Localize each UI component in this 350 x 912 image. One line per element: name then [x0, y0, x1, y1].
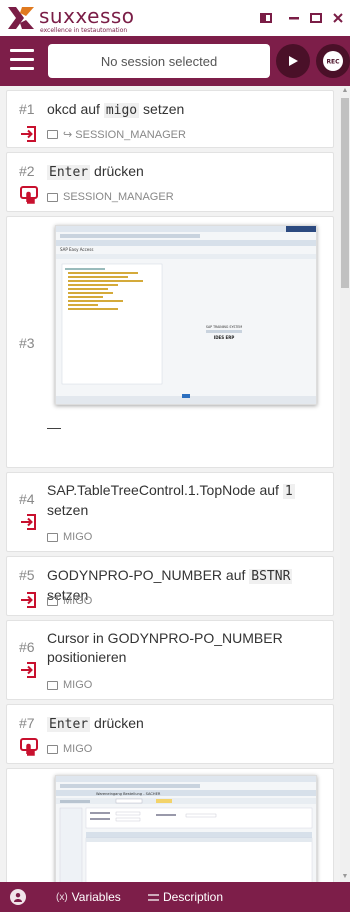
maximize-button[interactable] — [306, 8, 326, 28]
step-value: BSTNR — [249, 569, 293, 584]
play-icon — [289, 56, 298, 66]
menu-button[interactable] — [10, 49, 34, 71]
press-key-icon — [20, 186, 38, 204]
variables-label: Variables — [71, 890, 121, 904]
step-screenshot[interactable]: SAP Easy Access SAP TRAINING SYSTEM IDES… — [55, 225, 317, 405]
step-card-6[interactable]: #6 Cursor in GODYNPRO-PO_NUMBER position… — [6, 620, 334, 700]
step-tag: MIGO — [47, 679, 92, 691]
window-icon — [47, 680, 58, 690]
step-card-4[interactable]: #4 SAP.TableTreeControl.1.TopNode auf 1 … — [6, 472, 334, 552]
session-placeholder: No session selected — [100, 53, 218, 69]
logo-x-icon — [8, 7, 34, 29]
step-number: #3 — [19, 335, 35, 351]
menu-bar-icon — [10, 67, 34, 70]
description-label: Description — [163, 890, 224, 904]
svg-text:Wareneingang Bestellung - SACH: Wareneingang Bestellung - SACHER — [96, 792, 161, 796]
scroll-down-icon[interactable]: ▼ — [340, 872, 350, 882]
step-card-3[interactable]: #3 SAP Easy Access SAP TRAINING SYSTEM I… — [6, 216, 334, 468]
step-value: migo — [103, 103, 140, 118]
play-button[interactable] — [276, 44, 310, 78]
step-description: Enter drücken — [47, 163, 144, 180]
window-icon — [47, 596, 58, 606]
user-icon — [14, 893, 22, 902]
step-description: okcd auf migo setzen — [47, 101, 185, 118]
logo-tagline: excellence in testautomation — [40, 27, 128, 34]
step-value: Enter — [47, 717, 91, 732]
step-tag: MIGO — [47, 531, 92, 543]
restore-icon — [260, 13, 272, 23]
step-number: #7 — [19, 715, 35, 731]
step-screenshot[interactable]: Wareneingang Bestellung - SACHER — [55, 775, 317, 882]
step-card-1[interactable]: #1 okcd auf migo setzen ↪ SESSION_MANAGE… — [6, 90, 334, 148]
window-icon — [47, 192, 58, 202]
minimize-button[interactable] — [284, 8, 304, 28]
steps-scrollbar[interactable]: ▲ ▼ — [340, 86, 350, 882]
window-icon — [47, 744, 58, 754]
menu-bar-icon — [10, 49, 34, 52]
step-card-7[interactable]: #7 Enter drücken MIGO — [6, 704, 334, 764]
footer-bar: (x) Variables Description — [0, 882, 350, 912]
variables-icon: (x) — [56, 891, 68, 903]
menu-bar-icon — [10, 58, 34, 61]
step-card-8[interactable]: Wareneingang Bestellung - SACHER — [6, 768, 334, 882]
step-card-2[interactable]: #2 Enter drücken SESSION_MANAGER — [6, 152, 334, 212]
step-number: #2 — [19, 163, 35, 179]
step-caption: — — [47, 419, 61, 435]
input-icon — [21, 126, 36, 142]
input-icon — [21, 592, 36, 608]
description-tab[interactable]: Description — [148, 890, 223, 904]
step-description: SAP.TableTreeControl.1.TopNode auf 1 set… — [47, 482, 295, 518]
scroll-up-icon[interactable]: ▲ — [340, 86, 350, 96]
step-description: Enter drücken — [47, 715, 144, 732]
sap-screen-thumbnail: SAP Easy Access SAP TRAINING SYSTEM IDES… — [56, 226, 316, 404]
record-label: REC — [326, 59, 340, 66]
close-button[interactable] — [328, 8, 348, 28]
step-number: #6 — [19, 639, 35, 655]
svg-text:SAP Easy Access: SAP Easy Access — [60, 247, 93, 252]
title-bar: suxxesso excellence in testautomation — [0, 0, 350, 36]
step-card-5[interactable]: #5 GODYNPRO-PO_NUMBER auf BSTNR setzen M… — [6, 556, 334, 616]
step-number: #4 — [19, 491, 35, 507]
session-selector[interactable]: No session selected — [48, 44, 270, 78]
maximize-icon — [310, 13, 322, 23]
variables-tab[interactable]: (x) Variables — [56, 890, 121, 904]
step-number: #5 — [19, 567, 35, 583]
scroll-thumb[interactable] — [341, 98, 349, 288]
record-icon: REC — [323, 51, 343, 71]
step-tag: ↪ SESSION_MANAGER — [47, 128, 186, 141]
step-number: #1 — [19, 101, 35, 117]
restore-window-button[interactable] — [256, 8, 276, 28]
svg-text:IDES ERP: IDES ERP — [214, 335, 235, 340]
step-tag: SESSION_MANAGER — [47, 191, 174, 203]
step-tag: MIGO — [47, 743, 92, 755]
svg-text:SAP TRAINING SYSTEM: SAP TRAINING SYSTEM — [206, 325, 242, 329]
step-value: Enter — [47, 165, 91, 180]
window-icon — [47, 130, 58, 139]
minimize-icon — [289, 17, 299, 20]
step-tag: MIGO — [47, 595, 92, 607]
steps-list: #1 okcd auf migo setzen ↪ SESSION_MANAGE… — [0, 86, 340, 882]
step-value: 1 — [282, 484, 295, 499]
close-icon — [333, 13, 343, 23]
sap-migo-thumbnail: Wareneingang Bestellung - SACHER — [56, 776, 316, 882]
user-badge[interactable] — [10, 889, 26, 905]
logo-text: suxxesso — [39, 4, 135, 28]
record-button[interactable]: REC — [316, 44, 350, 78]
suxxesso-logo: suxxesso excellence in testautomation — [6, 2, 196, 34]
window-icon — [47, 532, 58, 542]
input-icon — [21, 514, 36, 530]
input-icon — [21, 662, 36, 678]
press-key-icon — [20, 738, 38, 756]
step-description: Cursor in GODYNPRO-PO_NUMBER positionier… — [47, 630, 283, 665]
list-lines-icon — [148, 893, 159, 901]
toolbar: No session selected REC — [0, 36, 350, 86]
